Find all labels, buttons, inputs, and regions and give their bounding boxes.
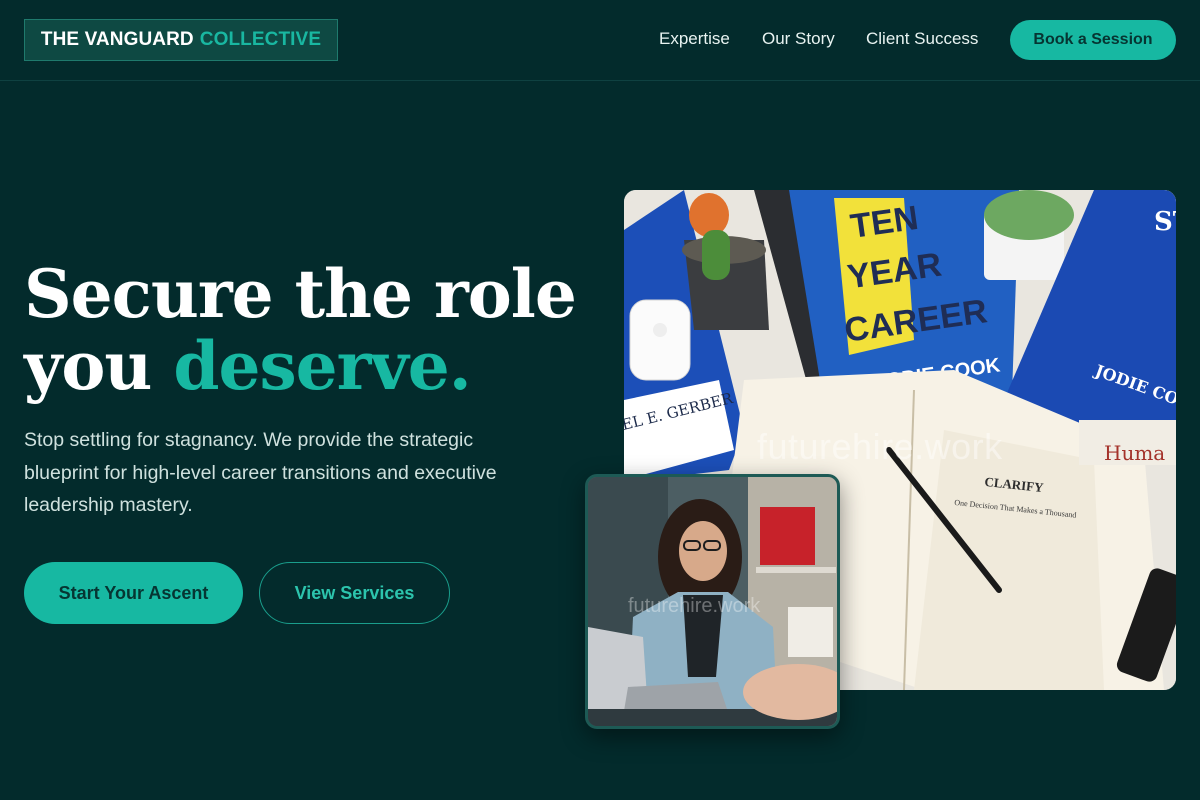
brand-logo[interactable]: THE VANGUARD COLLECTIVE — [24, 19, 338, 61]
hero-inset-image: futurehire.work — [585, 474, 840, 729]
top-navigation: THE VANGUARD COLLECTIVE Expertise Our St… — [0, 0, 1200, 81]
main-image-watermark: futurehire.work — [757, 426, 1003, 467]
headline-accent: deserve. — [173, 327, 471, 405]
right-book-title: ST — [1154, 207, 1176, 237]
headline-line-1: Secure the role — [24, 255, 577, 333]
nav-link-expertise[interactable]: Expertise — [659, 29, 730, 49]
book-session-button[interactable]: Book a Session — [1010, 20, 1176, 60]
view-services-button[interactable]: View Services — [259, 562, 450, 624]
headline-line-2: you — [24, 327, 174, 405]
brand-name: THE VANGUARD — [40, 29, 194, 50]
nav-link-our-story[interactable]: Our Story — [762, 29, 835, 49]
hero-subtext: Stop settling for stagnancy. We provide … — [24, 429, 497, 516]
hero-headline: Secure the role you deserve. — [24, 258, 584, 402]
corner-book-text: Huma — [1104, 441, 1165, 465]
start-ascent-button[interactable]: Start Your Ascent — [24, 562, 243, 624]
nav-link-client-success[interactable]: Client Success — [866, 29, 978, 49]
inset-image-watermark: futurehire.work — [628, 595, 761, 617]
brand-accent: COLLECTIVE — [199, 29, 322, 50]
